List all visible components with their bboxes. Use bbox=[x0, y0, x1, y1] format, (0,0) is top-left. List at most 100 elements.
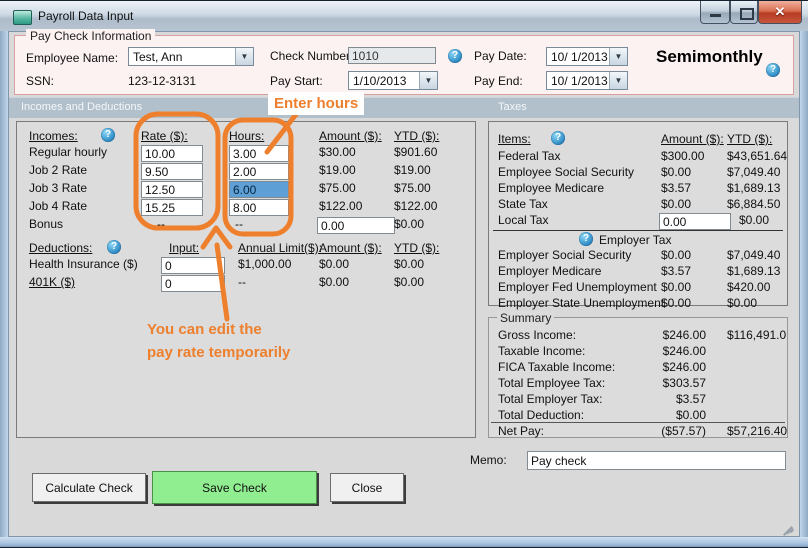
close-button[interactable]: ✕ bbox=[758, 1, 802, 24]
pay-end-combo[interactable]: 10/ 1/2013 ▼ bbox=[546, 71, 628, 90]
hours-input-selected[interactable] bbox=[229, 181, 289, 198]
summary-row: Taxable Income: $246.00 bbox=[489, 344, 787, 360]
income-amount: $19.00 bbox=[319, 163, 356, 177]
tax-row: Employee Social Security $0.00 $7,049.40 bbox=[489, 165, 787, 181]
income-ytd: $901.60 bbox=[394, 145, 437, 159]
net-pay-row: Net Pay: ($57.57) $57,216.40 bbox=[489, 424, 787, 440]
close-dialog-button[interactable]: Close bbox=[330, 473, 404, 502]
income-amount: $122.00 bbox=[319, 199, 362, 213]
section-header-strip: Incomes and Deductions Taxes bbox=[9, 97, 799, 118]
chevron-down-icon[interactable]: ▼ bbox=[235, 48, 253, 65]
incomes-help-icon[interactable]: ? bbox=[101, 128, 115, 142]
hours-column-header: Hours: bbox=[229, 129, 264, 143]
minimize-icon bbox=[710, 14, 721, 17]
bonus-amount-input[interactable] bbox=[317, 217, 395, 234]
pay-end-value: 10/ 1/2013 bbox=[551, 74, 608, 88]
save-check-button[interactable]: Save Check bbox=[152, 471, 317, 504]
tax-amount: $3.57 bbox=[661, 181, 691, 195]
summary-amount: $246.00 bbox=[619, 328, 706, 342]
income-label: Job 3 Rate bbox=[29, 181, 87, 195]
taxes-help-icon[interactable]: ? bbox=[551, 131, 565, 145]
tax-amount: $3.57 bbox=[661, 264, 691, 278]
close-icon: ✕ bbox=[775, 4, 786, 19]
resize-grip-icon[interactable] bbox=[780, 519, 796, 535]
deduction-input[interactable] bbox=[161, 257, 225, 274]
income-ytd: $19.00 bbox=[394, 163, 431, 177]
summary-row: FICA Taxable Income: $246.00 bbox=[489, 360, 787, 376]
hours-input[interactable] bbox=[229, 145, 289, 162]
deduction-input[interactable] bbox=[161, 275, 225, 292]
summary-label: Taxable Income: bbox=[498, 344, 585, 358]
income-row: Job 4 Rate $122.00 $122.00 bbox=[17, 199, 475, 215]
summary-label: FICA Taxable Income: bbox=[498, 360, 615, 374]
chevron-down-icon[interactable]: ▼ bbox=[609, 48, 627, 65]
summary-amount: $3.57 bbox=[619, 392, 706, 406]
chevron-down-icon[interactable]: ▼ bbox=[609, 72, 627, 89]
tax-label: Employee Social Security bbox=[498, 165, 634, 179]
income-label: Regular hourly bbox=[29, 145, 107, 159]
tax-amount: $0.00 bbox=[661, 197, 691, 211]
hours-input[interactable] bbox=[229, 163, 289, 180]
bonus-row: Bonus -- -- $0.00 bbox=[17, 217, 475, 233]
net-pay-divider bbox=[491, 422, 785, 423]
ytd-column-header: YTD ($): bbox=[394, 241, 439, 255]
tax-items-column-header: Items: bbox=[498, 132, 531, 146]
tax-label: Federal Tax bbox=[498, 149, 560, 163]
frequency-help-icon[interactable]: ? bbox=[766, 63, 780, 77]
incomes-column-header: Incomes: bbox=[29, 129, 78, 143]
employee-name-value: Test, Ann bbox=[133, 50, 182, 64]
taxes-header: Taxes bbox=[498, 101, 527, 113]
pay-start-label: Pay Start: bbox=[270, 74, 323, 88]
chevron-down-icon[interactable]: ▼ bbox=[419, 72, 437, 89]
tax-amount-column-header: Amount ($): bbox=[661, 132, 724, 146]
tax-amount: $0.00 bbox=[661, 165, 691, 179]
deductions-help-icon[interactable]: ? bbox=[107, 240, 121, 254]
deduction-amount: $0.00 bbox=[319, 257, 349, 271]
deduction-annual-limit: -- bbox=[238, 275, 246, 289]
tax-amount: $300.00 bbox=[661, 149, 704, 163]
employer-tax-help-icon[interactable]: ? bbox=[579, 232, 593, 246]
amount-column-header: Amount ($): bbox=[319, 129, 382, 143]
income-amount: $30.00 bbox=[319, 145, 356, 159]
employee-name-label: Employee Name: bbox=[26, 51, 118, 65]
income-ytd: $122.00 bbox=[394, 199, 437, 213]
income-amount: $75.00 bbox=[319, 181, 356, 195]
summary-row: Total Employee Tax: $303.57 bbox=[489, 376, 787, 392]
income-row: Job 2 Rate $19.00 $19.00 bbox=[17, 163, 475, 179]
minimize-button[interactable] bbox=[700, 1, 730, 24]
deduction-ytd: $0.00 bbox=[394, 275, 424, 289]
pay-date-combo[interactable]: 10/ 1/2013 ▼ bbox=[546, 47, 628, 66]
pay-start-combo[interactable]: 1/10/2013 ▼ bbox=[348, 71, 438, 90]
deduction-401k-link[interactable]: 401K ($) bbox=[29, 275, 75, 289]
tax-ytd: $7,049.40 bbox=[727, 165, 780, 179]
deduction-annual-limit: $1,000.00 bbox=[238, 257, 291, 271]
employee-name-combo[interactable]: Test, Ann ▼ bbox=[128, 47, 254, 66]
maximize-button[interactable] bbox=[730, 1, 758, 24]
tax-row: Employee Medicare $3.57 $1,689.13 bbox=[489, 181, 787, 197]
bonus-hours-placeholder: -- bbox=[235, 217, 243, 231]
tax-amount: $0.00 bbox=[661, 280, 691, 294]
tax-ytd: $0.00 bbox=[727, 296, 757, 310]
check-number-help-icon[interactable]: ? bbox=[448, 49, 462, 63]
local-tax-input[interactable] bbox=[659, 213, 731, 230]
rate-input[interactable] bbox=[141, 145, 203, 162]
incomes-deductions-header: Incomes and Deductions bbox=[21, 101, 142, 113]
rate-input[interactable] bbox=[141, 199, 203, 216]
summary-label: Total Deduction: bbox=[498, 408, 584, 422]
employer-tax-divider bbox=[493, 230, 783, 231]
rate-input[interactable] bbox=[141, 163, 203, 180]
rate-column-header: Rate ($): bbox=[141, 129, 188, 143]
employer-tax-row: Employer Social Security $0.00 $7,049.40 bbox=[489, 248, 787, 264]
title-bar[interactable]: Payroll Data Input ✕ bbox=[0, 1, 808, 32]
deduction-row: 401K ($) -- $0.00 $0.00 bbox=[17, 275, 475, 291]
hours-input[interactable] bbox=[229, 199, 289, 216]
calculate-check-button[interactable]: Calculate Check bbox=[32, 473, 146, 502]
tax-label: Local Tax bbox=[498, 213, 548, 227]
enter-hours-callout: Enter hours bbox=[268, 92, 364, 115]
memo-input[interactable] bbox=[527, 451, 786, 470]
tax-ytd: $1,689.13 bbox=[727, 181, 780, 195]
rate-input[interactable] bbox=[141, 181, 203, 198]
tax-amount: $0.00 bbox=[661, 296, 691, 310]
pay-date-value: 10/ 1/2013 bbox=[551, 50, 608, 64]
summary-ytd: $116,491.0 bbox=[727, 328, 786, 342]
